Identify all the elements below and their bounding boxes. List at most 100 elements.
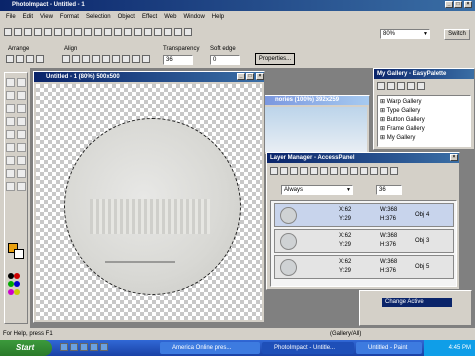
close-button[interactable]: × <box>464 1 472 8</box>
menu-object[interactable]: Object <box>118 14 135 20</box>
minimize-button[interactable]: _ <box>445 1 453 8</box>
layer-icon-3[interactable] <box>290 167 298 175</box>
doc1-close-button[interactable]: × <box>256 73 264 80</box>
explorer-icon[interactable] <box>90 343 98 351</box>
gallery-add-icon[interactable] <box>397 82 405 90</box>
selection-tool-icon[interactable] <box>6 91 15 100</box>
bring-front-icon[interactable] <box>6 55 14 63</box>
document-canvas[interactable] <box>36 84 262 320</box>
layer-icon-7[interactable] <box>330 167 338 175</box>
gallery-icon[interactable] <box>377 82 385 90</box>
gallery-item-type[interactable]: ⊞ Type Gallery <box>380 107 468 116</box>
paint-tool-icon[interactable] <box>17 117 26 126</box>
gallery-item-button[interactable]: ⊞ Button Gallery <box>380 116 468 125</box>
cut-icon[interactable] <box>54 28 62 36</box>
menu-help[interactable]: Help <box>212 14 224 20</box>
clock[interactable]: 4:45 PM <box>449 345 471 351</box>
enhance-icon[interactable] <box>124 28 132 36</box>
gallery-delete-icon[interactable] <box>407 82 415 90</box>
retouch-tool-icon[interactable] <box>17 130 26 139</box>
forward-icon[interactable] <box>26 55 34 63</box>
layer-row[interactable]: X:62 Y:29 W:368 H:376 Obj 4 <box>274 203 454 227</box>
eyedropper-tool-icon[interactable] <box>6 117 15 126</box>
menu-effect[interactable]: Effect <box>142 14 157 20</box>
switch-button[interactable]: Switch <box>444 29 470 40</box>
line-tool-icon[interactable] <box>17 156 26 165</box>
ie-icon[interactable] <box>60 343 68 351</box>
text-icon[interactable] <box>144 28 152 36</box>
backward-icon[interactable] <box>36 55 44 63</box>
soft-edge-field[interactable]: 0 <box>210 55 240 65</box>
sand-dollar-image[interactable] <box>64 118 241 295</box>
background-color-swatch[interactable] <box>14 249 24 259</box>
maximize-button[interactable]: □ <box>454 1 462 8</box>
layer-manager-close-button[interactable]: × <box>450 154 458 161</box>
start-button[interactable]: Start <box>0 340 52 356</box>
task-paint[interactable]: Untitled - Paint <box>356 342 422 354</box>
align-center-icon[interactable] <box>102 55 110 63</box>
document-window-1-title-bar[interactable]: Untitled - 1 (80%) 500x500 _ □ × <box>34 72 264 82</box>
gallery-option-icon[interactable] <box>387 82 395 90</box>
outline-tool-icon[interactable] <box>6 169 15 178</box>
zoom-select[interactable]: 80% ▼ <box>380 29 430 39</box>
layer-row[interactable]: X:62 Y:29 W:368 H:376 Obj 3 <box>274 229 454 253</box>
media-icon[interactable] <box>80 343 88 351</box>
gallery-item-frame[interactable]: ⊞ Frame Gallery <box>380 125 468 134</box>
align-vertical-icon[interactable] <box>132 55 140 63</box>
align-horizontal-icon[interactable] <box>122 55 130 63</box>
menu-edit[interactable]: Edit <box>23 14 33 20</box>
menu-view[interactable]: View <box>40 14 53 20</box>
paste-icon[interactable] <box>74 28 82 36</box>
text-tool-icon[interactable] <box>17 91 26 100</box>
gallery-title-bar[interactable]: My Gallery - EasyPalette <box>374 69 474 79</box>
transparency-field[interactable]: 36 <box>163 55 193 65</box>
layer-icon-8[interactable] <box>340 167 348 175</box>
gallery-item-warp[interactable]: ⊞ Warp Gallery <box>380 98 468 107</box>
layer-icon-2[interactable] <box>280 167 288 175</box>
menu-format[interactable]: Format <box>60 14 79 20</box>
layer-icon-9[interactable] <box>350 167 358 175</box>
document-2-canvas[interactable] <box>265 107 367 152</box>
scan-icon[interactable] <box>44 28 52 36</box>
web-icon[interactable] <box>154 28 162 36</box>
distribute-icon[interactable] <box>142 55 150 63</box>
hand-tool-icon[interactable] <box>17 182 26 191</box>
layer-icon-4[interactable] <box>300 167 308 175</box>
align-top-icon[interactable] <box>62 55 70 63</box>
menu-file[interactable]: File <box>6 14 16 20</box>
properties-button[interactable]: Properties... <box>255 53 295 65</box>
doc1-maximize-button[interactable]: □ <box>246 73 254 80</box>
doc1-minimize-button[interactable]: _ <box>237 73 245 80</box>
document-window-2-title-bar[interactable]: nories (100%) 392x259 <box>263 96 369 105</box>
copy-icon[interactable] <box>64 28 72 36</box>
layer-icon-6[interactable] <box>320 167 328 175</box>
app-icon[interactable] <box>100 343 108 351</box>
pick-tool-icon[interactable] <box>6 78 15 87</box>
clone-tool-icon[interactable] <box>6 130 15 139</box>
effect-icon[interactable] <box>134 28 142 36</box>
gallery-item-my[interactable]: ⊞ My Gallery <box>380 134 468 143</box>
fill-tool-icon[interactable] <box>17 104 26 113</box>
align-middle-icon[interactable] <box>72 55 80 63</box>
open-icon[interactable] <box>14 28 22 36</box>
layer-icon-1[interactable] <box>270 167 278 175</box>
align-left-icon[interactable] <box>92 55 100 63</box>
align-bottom-icon[interactable] <box>82 55 90 63</box>
send-back-icon[interactable] <box>16 55 24 63</box>
delete-layer-icon[interactable] <box>360 167 368 175</box>
layer-icon-13[interactable] <box>390 167 398 175</box>
crop-tool-icon[interactable] <box>6 104 15 113</box>
layer-manager-title-bar[interactable]: Layer Manager - AccessPanel × <box>267 153 459 163</box>
task-aol[interactable]: America Online pres... <box>160 342 260 354</box>
gallery-view-icon[interactable] <box>417 82 425 90</box>
shape-tool-icon[interactable] <box>17 169 26 178</box>
layer-opacity-field[interactable]: 36 <box>376 185 402 195</box>
layer-icon-11[interactable] <box>370 167 378 175</box>
ruler-icon[interactable] <box>174 28 182 36</box>
merge-mode-select[interactable]: Always ▼ <box>281 185 353 195</box>
save-icon[interactable] <box>24 28 32 36</box>
layer-icon-12[interactable] <box>380 167 388 175</box>
preview-icon[interactable] <box>184 28 192 36</box>
menu-window[interactable]: Window <box>183 14 204 20</box>
undo-icon[interactable] <box>84 28 92 36</box>
